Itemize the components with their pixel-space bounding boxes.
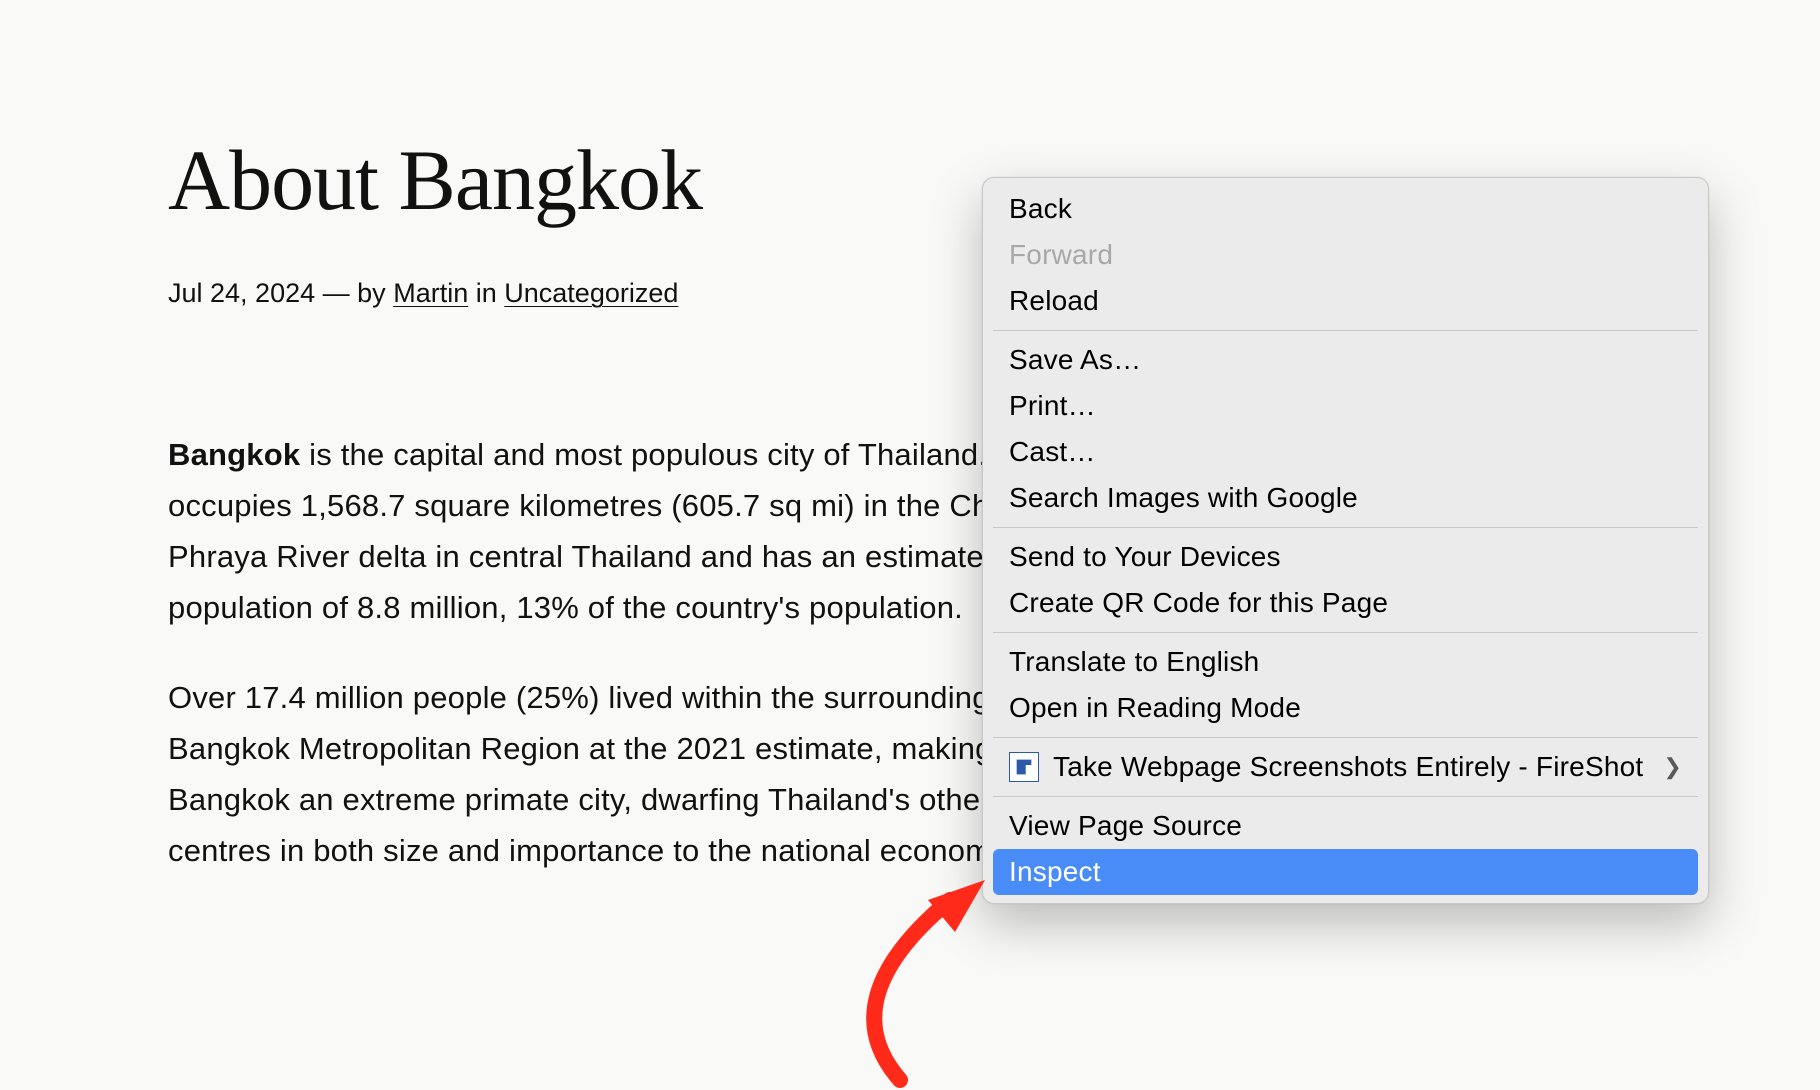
article-body: Bangkok is the capital and most populous… xyxy=(168,429,1120,876)
menu-item-cast[interactable]: Cast… xyxy=(993,429,1698,475)
menu-item-view-source[interactable]: View Page Source xyxy=(993,803,1698,849)
page-title: About Bangkok xyxy=(168,130,1120,230)
article-meta: Jul 24, 2024 — by Martin in Uncategorize… xyxy=(168,278,1120,309)
menu-item-reload[interactable]: Reload xyxy=(993,278,1698,324)
menu-item-back[interactable]: Back xyxy=(993,186,1698,232)
chevron-right-icon: ❯ xyxy=(1663,754,1682,780)
context-menu: Back Forward Reload Save As… Print… Cast… xyxy=(982,177,1709,904)
menu-separator xyxy=(993,737,1698,738)
article-date: Jul 24, 2024 xyxy=(168,278,315,308)
paragraph-1: Bangkok is the capital and most populous… xyxy=(168,429,1120,634)
menu-separator xyxy=(993,632,1698,633)
menu-separator xyxy=(993,330,1698,331)
menu-item-search-images[interactable]: Search Images with Google xyxy=(993,475,1698,521)
menu-item-save-as[interactable]: Save As… xyxy=(993,337,1698,383)
menu-item-inspect[interactable]: Inspect xyxy=(993,849,1698,895)
lead-bold: Bangkok xyxy=(168,437,300,472)
menu-item-send-devices[interactable]: Send to Your Devices xyxy=(993,534,1698,580)
menu-separator xyxy=(993,527,1698,528)
fireshot-icon xyxy=(1009,752,1039,782)
author-link[interactable]: Martin xyxy=(393,278,468,308)
menu-item-fireshot[interactable]: Take Webpage Screenshots Entirely - Fire… xyxy=(993,744,1698,790)
in-prefix: in xyxy=(476,278,497,308)
by-prefix: by xyxy=(357,278,386,308)
menu-item-create-qr[interactable]: Create QR Code for this Page xyxy=(993,580,1698,626)
menu-item-reading-mode[interactable]: Open in Reading Mode xyxy=(993,685,1698,731)
menu-item-forward: Forward xyxy=(993,232,1698,278)
menu-separator xyxy=(993,796,1698,797)
menu-item-print[interactable]: Print… xyxy=(993,383,1698,429)
paragraph-2: Over 17.4 million people (25%) lived wit… xyxy=(168,672,1120,877)
menu-item-translate[interactable]: Translate to English xyxy=(993,639,1698,685)
category-link[interactable]: Uncategorized xyxy=(504,278,678,308)
